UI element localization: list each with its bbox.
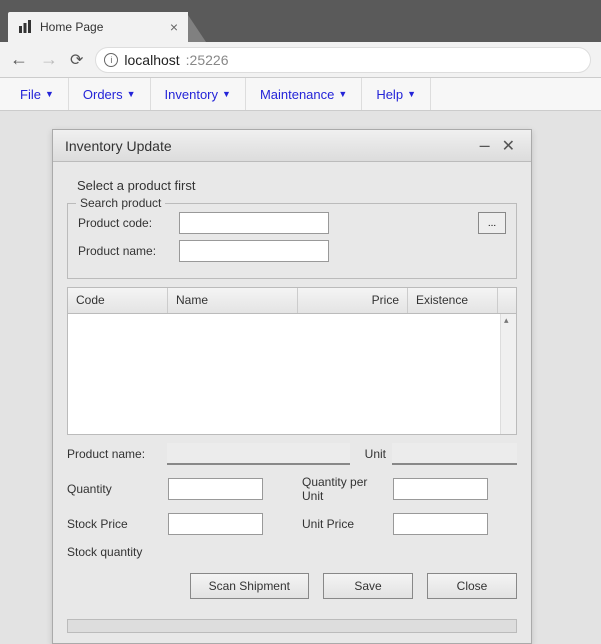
new-tab-shape[interactable] <box>186 12 206 42</box>
quantity-label: Quantity <box>67 482 162 496</box>
form-area: Product name: Unit Quantity Quantity per… <box>67 437 517 607</box>
browser-titlebar <box>0 0 601 10</box>
back-icon[interactable]: ← <box>10 49 28 70</box>
chevron-down-icon: ▼ <box>407 89 416 99</box>
product-name-input[interactable] <box>179 240 329 262</box>
app-menu-bar: File▼ Orders▼ Inventory▼ Maintenance▼ He… <box>0 78 601 111</box>
url-host: localhost <box>124 52 179 68</box>
unit-price-input[interactable] <box>393 513 488 535</box>
page-icon <box>18 20 32 34</box>
col-spacer <box>498 288 516 313</box>
chevron-down-icon: ▼ <box>338 89 347 99</box>
menu-file[interactable]: File▼ <box>6 78 69 110</box>
chevron-down-icon: ▼ <box>127 89 136 99</box>
menu-inventory[interactable]: Inventory▼ <box>151 78 246 110</box>
url-input[interactable]: i localhost :25226 <box>95 47 591 73</box>
browser-tab[interactable]: Home Page × <box>8 12 188 42</box>
form-product-name-label: Product name: <box>67 447 161 461</box>
scan-shipment-button[interactable]: Scan Shipment <box>190 573 309 599</box>
col-price[interactable]: Price <box>298 288 408 313</box>
product-code-input[interactable] <box>179 212 329 234</box>
qty-per-unit-label: Quantity per Unit <box>302 475 387 503</box>
unit-price-label: Unit Price <box>302 517 387 531</box>
dialog-titlebar[interactable]: Inventory Update – ✕ <box>53 130 531 162</box>
menu-help[interactable]: Help▼ <box>362 78 431 110</box>
col-existence[interactable]: Existence <box>408 288 498 313</box>
product-grid: Code Name Price Existence <box>67 287 517 435</box>
chevron-down-icon: ▼ <box>45 89 54 99</box>
menu-orders[interactable]: Orders▼ <box>69 78 151 110</box>
stock-price-input[interactable] <box>168 513 263 535</box>
product-name-label: Product name: <box>78 244 173 258</box>
qty-per-unit-input[interactable] <box>393 478 488 500</box>
scrollbar[interactable] <box>500 314 516 434</box>
address-bar: ← → ⟳ i localhost :25226 <box>0 42 601 78</box>
quantity-input[interactable] <box>168 478 263 500</box>
grid-header: Code Name Price Existence <box>68 288 516 314</box>
unit-label: Unit <box>356 447 386 461</box>
close-icon[interactable]: × <box>170 19 178 35</box>
dialog-body: Select a product first Search product Pr… <box>53 162 531 615</box>
inventory-update-dialog: Inventory Update – ✕ Select a product fi… <box>52 129 532 644</box>
info-icon[interactable]: i <box>104 53 118 67</box>
grid-body[interactable] <box>68 314 516 434</box>
product-code-label: Product code: <box>78 216 173 230</box>
save-button[interactable]: Save <box>323 573 413 599</box>
menu-maintenance[interactable]: Maintenance▼ <box>246 78 362 110</box>
close-icon[interactable]: ✕ <box>498 136 519 156</box>
dialog-title: Inventory Update <box>65 138 472 154</box>
unit-input[interactable] <box>392 443 517 465</box>
search-product-fieldset: Search product Product code: ... Product… <box>67 203 517 279</box>
minimize-icon[interactable]: – <box>472 135 498 156</box>
button-row: Scan Shipment Save Close <box>67 569 517 607</box>
forward-icon: → <box>40 49 58 70</box>
form-product-name-input[interactable] <box>167 443 350 465</box>
content-area: Inventory Update – ✕ Select a product fi… <box>0 111 601 644</box>
stock-price-label: Stock Price <box>67 517 162 531</box>
browser-tab-bar: Home Page × <box>0 10 601 42</box>
stock-quantity-label: Stock quantity <box>67 545 162 559</box>
close-button[interactable]: Close <box>427 573 517 599</box>
col-code[interactable]: Code <box>68 288 168 313</box>
tab-title: Home Page <box>40 20 170 34</box>
lookup-button[interactable]: ... <box>478 212 506 234</box>
reload-icon[interactable]: ⟳ <box>70 50 83 70</box>
fieldset-legend: Search product <box>76 196 165 210</box>
chevron-down-icon: ▼ <box>222 89 231 99</box>
url-port: :25226 <box>186 52 229 68</box>
status-strip <box>67 619 517 633</box>
col-name[interactable]: Name <box>168 288 298 313</box>
